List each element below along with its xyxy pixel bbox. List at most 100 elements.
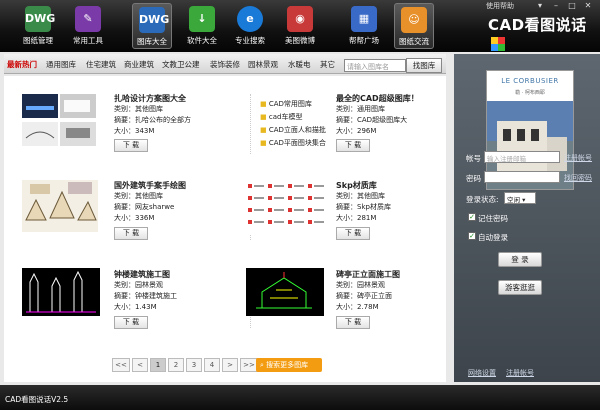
tab-education[interactable]: 文教卫公建 <box>162 59 200 70</box>
tab-other[interactable]: 其它 <box>320 59 335 70</box>
library-list: 扎哈设计方案图大全 类别：其他图库 摘要：扎哈公布的全部方 大小：343M 下 … <box>4 76 446 382</box>
dwg-file-icon: DWG <box>25 6 55 32</box>
download-button[interactable]: 下 载 <box>114 316 148 329</box>
maximize-icon[interactable]: □ <box>566 1 578 11</box>
item-thumbnail <box>246 180 326 234</box>
download-button[interactable]: 下 载 <box>114 139 148 152</box>
item-category: 类别：其他图库 <box>114 192 163 200</box>
register-link[interactable]: 注册帐号 <box>564 153 592 163</box>
page-3-button[interactable]: 3 <box>186 358 202 372</box>
item-title: 扎哈设计方案图大全 <box>114 94 186 103</box>
download-button[interactable]: 下 载 <box>336 316 370 329</box>
item-size: 大小：2.78M <box>336 303 379 311</box>
tab-landscape[interactable]: 园林景观 <box>248 59 278 70</box>
download-button[interactable]: 下 载 <box>114 227 148 240</box>
app-window: DWG 图纸管理 ✎ 常用工具 DWG 图库大全 ↓ 软件大全 e 专业搜索 ◉… <box>0 0 600 410</box>
toolbar-software[interactable]: ↓ 软件大全 <box>182 3 222 49</box>
folder-icon: ■ <box>260 139 267 147</box>
skin-icon[interactable]: ▾ <box>534 1 546 11</box>
page-2-button[interactable]: 2 <box>168 358 184 372</box>
item-size: 大小：343M <box>114 127 155 135</box>
login-button[interactable]: 登 录 <box>498 252 542 267</box>
item-category: 类别：其他图库 <box>336 192 385 200</box>
tab-decoration[interactable]: 装饰装修 <box>210 59 240 70</box>
toolbar-square[interactable]: ▦ 帮帮广场 <box>344 3 384 49</box>
tab-hvac[interactable]: 水暖电 <box>288 59 311 70</box>
toolbar-common-tools[interactable]: ✎ 常用工具 <box>68 3 108 49</box>
password-field[interactable] <box>484 171 560 183</box>
item-size: 大小：296M <box>336 127 377 135</box>
folder-icon: ■ <box>260 126 267 134</box>
first-page-button[interactable]: << <box>112 358 130 372</box>
item-title: 最全的CAD超级图库！ <box>336 94 419 103</box>
cube-logo-icon <box>491 37 505 51</box>
item-category: 类别：园林景观 <box>336 281 385 289</box>
toolbar-library[interactable]: DWG 图库大全 <box>132 3 172 49</box>
toolbar-exchange[interactable]: ☺ 图纸交流 <box>394 3 434 49</box>
library-search-input[interactable]: 请输入图库名 <box>344 59 406 72</box>
item-title: 钟楼建筑施工图 <box>114 270 170 279</box>
toolbar-weibo[interactable]: ◉ 美图微博 <box>280 3 320 49</box>
close-icon[interactable]: ✕ <box>582 1 594 11</box>
folder-icon: ■ <box>260 113 267 121</box>
status-text: CAD看图说话V2.5 <box>5 395 69 404</box>
password-label: 密码 <box>466 174 481 183</box>
download-button[interactable]: 下 载 <box>336 139 370 152</box>
folder-item[interactable]: ■ CAD立面人和描批 <box>260 124 326 137</box>
item-size: 大小：281M <box>336 214 377 222</box>
item-size: 大小：1.43M <box>114 303 157 311</box>
tools-icon: ✎ <box>75 6 101 32</box>
ie-search-icon: e <box>237 6 263 32</box>
tab-commercial[interactable]: 商业建筑 <box>124 59 154 70</box>
tab-residential[interactable]: 住宅建筑 <box>86 59 116 70</box>
item-thumbnail <box>246 268 324 316</box>
prev-page-button[interactable]: < <box>132 358 148 372</box>
item-summary: 摘要：扎哈公布的全部方 <box>114 116 191 124</box>
download-button[interactable]: 下 载 <box>336 227 370 240</box>
item-summary: 摘要：CAD超级图库大 <box>336 116 408 124</box>
top-toolbar: DWG 图纸管理 ✎ 常用工具 DWG 图库大全 ↓ 软件大全 e 专业搜索 ◉… <box>0 0 600 52</box>
auto-login-checkbox[interactable]: ✓ <box>468 232 476 240</box>
item-thumbnail <box>22 94 96 146</box>
item-size: 大小：336M <box>114 214 155 222</box>
login-state-select[interactable]: 空闲 ▾ <box>504 192 536 204</box>
people-icon: ☺ <box>401 7 427 33</box>
account-label: 帐号 <box>466 154 481 163</box>
folder-item[interactable]: ■ cad车模型 <box>260 111 326 124</box>
page-4-button[interactable]: 4 <box>204 358 220 372</box>
item-thumbnail <box>22 180 98 232</box>
search-more-button[interactable]: ⌕ 搜索更多图库 <box>256 358 322 372</box>
page-1-button[interactable]: 1 <box>150 358 166 372</box>
minimize-icon[interactable]: – <box>550 1 562 11</box>
item-summary: 摘要：钟楼建筑施工 <box>114 292 177 300</box>
tab-latest[interactable]: 最新热门 <box>7 59 37 70</box>
software-icon: ↓ <box>189 6 215 32</box>
folder-item[interactable]: ■ CAD平面图块集合 <box>260 137 326 150</box>
library-search-button[interactable]: 找图库 <box>406 58 442 73</box>
item-title: 国外建筑手案手绘图 <box>114 181 186 190</box>
next-page-button[interactable]: > <box>222 358 238 372</box>
folder-item[interactable]: ■ CAD常用图库 <box>260 98 326 111</box>
auto-login-label: 自动登录 <box>478 233 508 242</box>
library-icon: DWG <box>139 7 169 33</box>
item-category: 类别：通用图库 <box>336 105 385 113</box>
toolbar-search[interactable]: e 专业搜索 <box>230 3 270 49</box>
forgot-password-link[interactable]: 找回密码 <box>564 173 592 183</box>
remember-checkbox[interactable]: ✓ <box>468 213 476 221</box>
tab-general[interactable]: 通用图库 <box>46 59 76 70</box>
toolbar-drawing-manage[interactable]: DWG 图纸管理 <box>18 3 58 49</box>
network-settings-link[interactable]: 网络设置 <box>468 368 496 378</box>
guest-button[interactable]: 游客逛逛 <box>498 280 542 295</box>
item-summary: 摘要：网友sharwe <box>114 203 175 211</box>
login-state-label: 登录状态: <box>466 195 499 204</box>
remember-label: 记住密码 <box>478 214 508 223</box>
item-thumbnail <box>22 268 100 316</box>
account-field[interactable]: 输入注册邮箱 <box>484 151 560 163</box>
status-bar: CAD看图说话V2.5 <box>0 385 600 410</box>
register-link-bottom[interactable]: 注册帐号 <box>506 368 534 378</box>
folder-icon: ■ <box>260 100 267 108</box>
help-link[interactable]: 使用帮助 <box>486 1 514 11</box>
item-summary: 摘要：Skp材质库 <box>336 203 391 211</box>
search-icon: ⌕ <box>260 361 264 369</box>
divider <box>250 94 251 154</box>
